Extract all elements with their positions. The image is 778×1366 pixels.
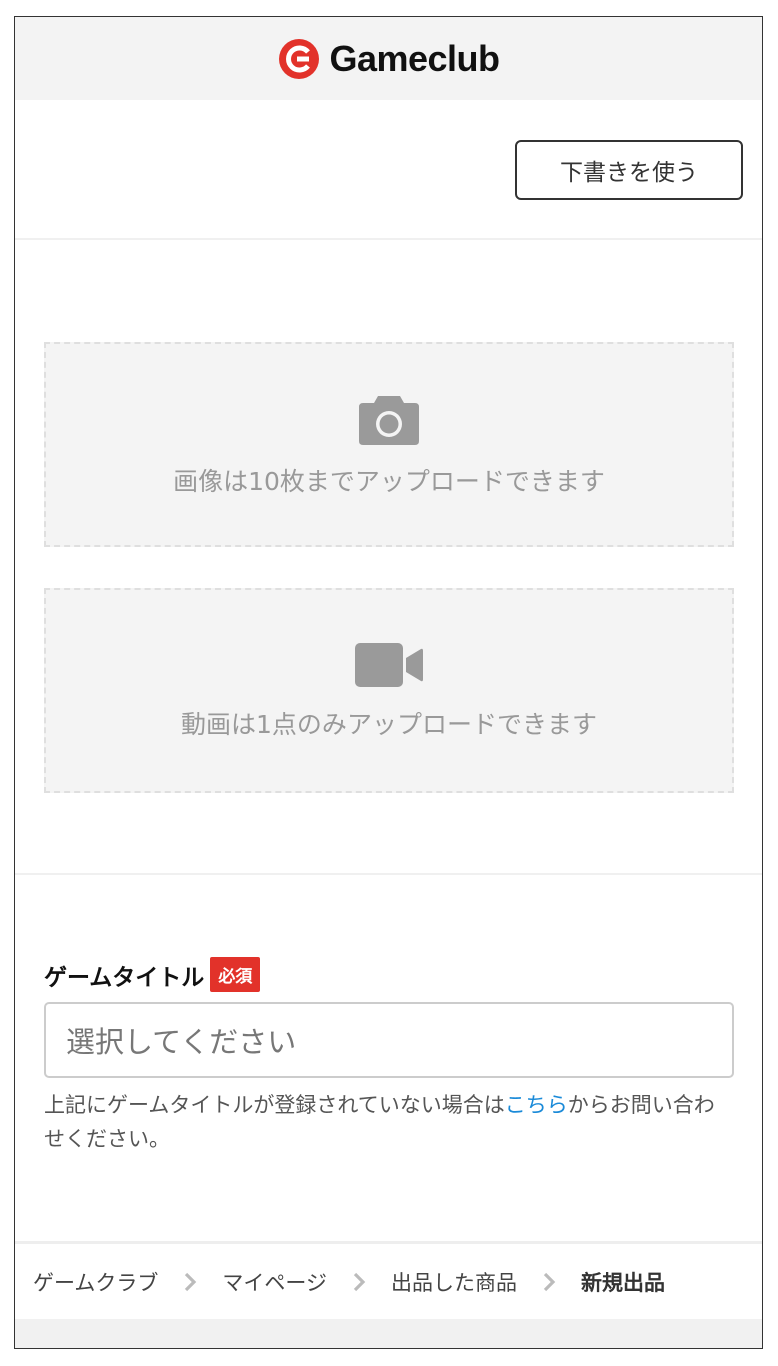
- chevron-right-icon: [543, 1272, 556, 1291]
- photo-upload-text: 画像は10枚までアップロードできます: [173, 466, 605, 496]
- game-title-help-text: 上記にゲームタイトルが登録されていない場合はこちらからお問い合わせください。: [44, 1088, 734, 1156]
- video-upload-area[interactable]: 動画は1点のみアップロードできます: [44, 588, 734, 793]
- site-logo[interactable]: Gameclub: [277, 37, 500, 81]
- camera-icon: [358, 392, 420, 446]
- breadcrumb-item-gameclub[interactable]: ゲームクラブ: [33, 1267, 158, 1297]
- game-title-placeholder: 選択してください: [66, 1025, 297, 1059]
- game-title-label: ゲームタイトル: [44, 964, 205, 991]
- photo-upload-area[interactable]: 画像は10枚までアップロードできます: [44, 342, 734, 547]
- required-badge: 必須: [210, 957, 261, 992]
- footer-strip: [15, 1319, 762, 1348]
- breadcrumb-item-mypage[interactable]: マイページ: [222, 1267, 327, 1297]
- help-text-before: 上記にゲームタイトルが登録されていない場合は: [44, 1093, 505, 1117]
- game-title-label-row: ゲームタイトル 必須: [44, 957, 261, 992]
- video-upload-text: 動画は1点のみアップロードできます: [181, 709, 597, 739]
- breadcrumb-item-new-listing: 新規出品: [580, 1270, 665, 1295]
- chevron-right-icon: [353, 1272, 366, 1291]
- breadcrumb-item-listed-items[interactable]: 出品した商品: [391, 1267, 517, 1297]
- video-camera-icon: [354, 641, 424, 689]
- gameclub-logo-icon: [279, 38, 320, 79]
- breadcrumb-fade: [722, 1244, 762, 1319]
- draft-row: 下書きを使う: [15, 100, 762, 240]
- use-draft-button[interactable]: 下書きを使う: [515, 140, 743, 200]
- breadcrumb: ゲームクラブ マイページ 出品した商品 新規出品: [15, 1241, 762, 1319]
- game-title-select[interactable]: 選択してください: [44, 1002, 734, 1078]
- section-divider: [15, 873, 762, 875]
- contact-link[interactable]: こちら: [505, 1093, 568, 1117]
- site-header: Gameclub: [15, 17, 762, 100]
- logo-text: Gameclub: [329, 37, 500, 79]
- chevron-right-icon: [185, 1272, 197, 1291]
- page-frame: Gameclub 下書きを使う 画像は10枚までアップロードできます 動画は1点…: [14, 16, 763, 1349]
